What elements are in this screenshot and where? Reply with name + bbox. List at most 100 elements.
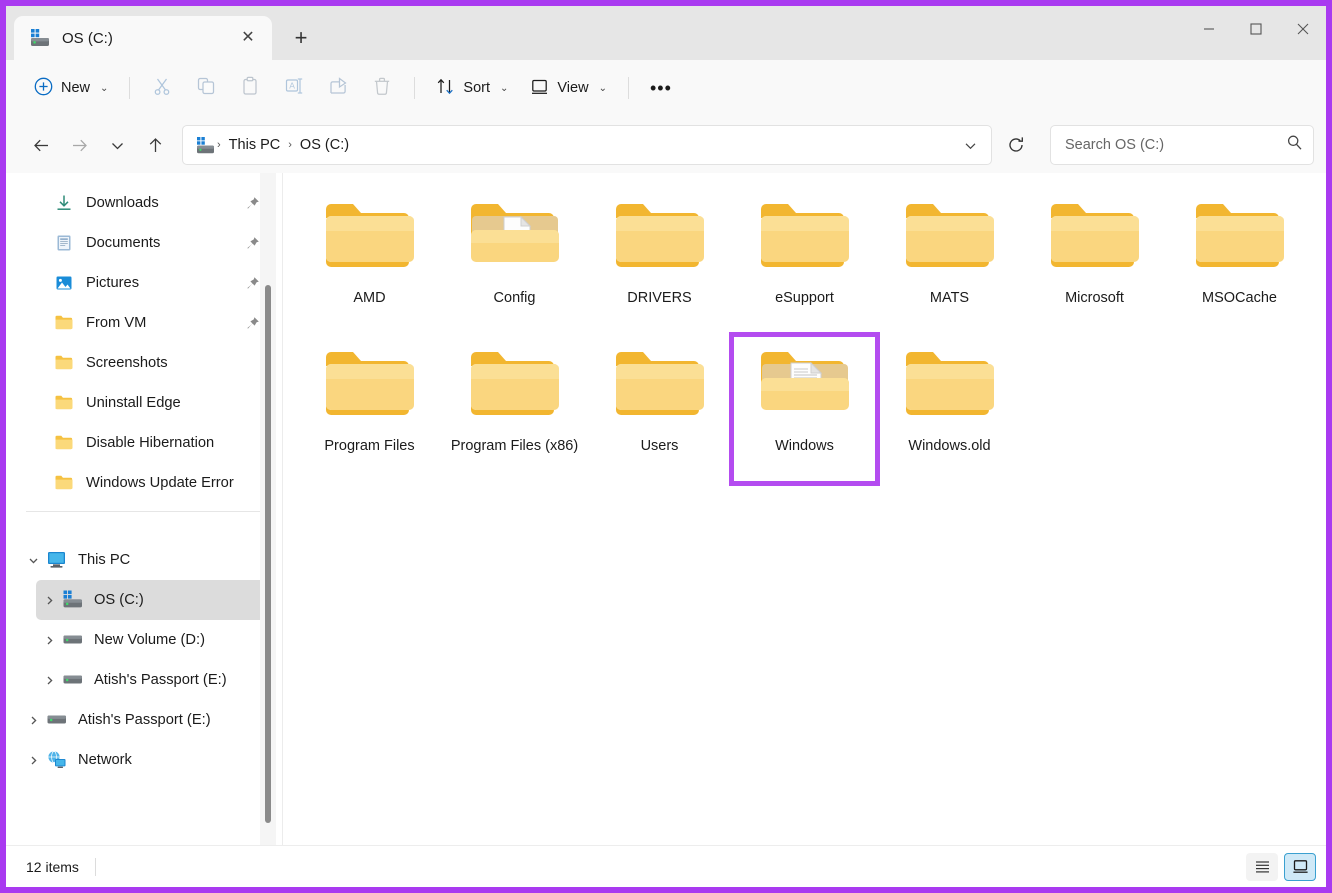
file-list-pane[interactable]: AMD Config — [283, 173, 1326, 845]
chevron-right-icon[interactable] — [20, 740, 46, 780]
file-item-windows[interactable]: Windows — [732, 335, 877, 483]
drive-windows-icon — [30, 29, 50, 47]
file-item-program-files-x86[interactable]: Program Files (x86) — [442, 335, 587, 483]
new-tab-button[interactable]: + — [281, 18, 321, 58]
sidebar-item-pictures[interactable]: Pictures — [20, 263, 268, 303]
tab-os-c[interactable]: OS (C:) ✕ — [14, 16, 272, 60]
folder-icon — [463, 343, 567, 429]
chevron-down-icon: ⌄ — [100, 83, 108, 94]
file-item-drivers[interactable]: DRIVERS — [587, 187, 732, 335]
sort-button[interactable]: Sort ⌄ — [426, 69, 518, 107]
file-item-label: MSOCache — [1202, 289, 1277, 308]
file-item-amd[interactable]: AMD — [297, 187, 442, 335]
sidebar-item-label: This PC — [78, 552, 130, 568]
chevron-right-icon[interactable] — [36, 660, 62, 700]
twisty-placeholder — [28, 343, 54, 383]
new-button[interactable]: New ⌄ — [24, 69, 118, 107]
view-button[interactable]: View ⌄ — [520, 69, 617, 107]
file-item-program-files[interactable]: Program Files — [297, 335, 442, 483]
sidebar-item-label: Windows Update Error — [86, 475, 234, 491]
folder-icon — [54, 473, 76, 493]
file-grid: AMD Config — [297, 187, 1318, 483]
sidebar-item-this-pc[interactable]: This PC — [20, 540, 268, 580]
sidebar-item-os-c[interactable]: OS (C:) — [36, 580, 268, 620]
chevron-down-icon[interactable] — [955, 138, 985, 153]
search-input[interactable] — [1065, 137, 1286, 153]
chevron-right-icon[interactable] — [20, 700, 46, 740]
up-button[interactable] — [136, 127, 174, 163]
cut-button[interactable] — [141, 69, 183, 107]
file-item-users[interactable]: Users — [587, 335, 732, 483]
folder-icon — [318, 343, 422, 429]
copy-button[interactable] — [185, 69, 227, 107]
share-button[interactable] — [317, 69, 359, 107]
file-item-label: Users — [641, 437, 679, 456]
chevron-right-icon[interactable] — [36, 580, 62, 620]
file-explorer-window: OS (C:) ✕ + — [0, 0, 1332, 893]
breadcrumb-item-this-pc[interactable]: This PC — [223, 134, 287, 156]
folder-icon — [1188, 195, 1292, 281]
file-item-windows-old[interactable]: Windows.old — [877, 335, 1022, 483]
minimize-button[interactable] — [1185, 6, 1232, 52]
sidebar-item-label: New Volume (D:) — [94, 632, 205, 648]
pin-icon[interactable] — [245, 236, 260, 251]
search-box[interactable] — [1050, 125, 1314, 165]
rename-button[interactable]: A — [273, 69, 315, 107]
search-icon[interactable] — [1286, 134, 1303, 156]
chevron-down-icon[interactable] — [20, 540, 46, 580]
chevron-right-icon[interactable] — [36, 620, 62, 660]
pin-icon[interactable] — [245, 276, 260, 291]
pin-icon[interactable] — [245, 196, 260, 211]
file-item-mats[interactable]: MATS — [877, 187, 1022, 335]
trash-icon — [372, 76, 392, 100]
icon-view-button[interactable] — [1284, 853, 1316, 881]
plus-circle-icon — [34, 77, 53, 100]
back-button[interactable] — [22, 127, 60, 163]
more-options-button[interactable]: ••• — [640, 69, 682, 107]
sidebar-scroll-thumb[interactable] — [265, 285, 271, 823]
documents-icon — [54, 233, 76, 253]
delete-button[interactable] — [361, 69, 403, 107]
sidebar-item-documents[interactable]: Documents — [20, 223, 268, 263]
sidebar-item-label: Atish's Passport (E:) — [94, 672, 227, 688]
breadcrumb[interactable]: › This PC › OS (C:) — [182, 125, 992, 165]
sidebar-item-atish-passport-e[interactable]: Atish's Passport (E:) — [20, 700, 268, 740]
sidebar-item-disable-hibernation[interactable]: Disable Hibernation — [20, 423, 268, 463]
pin-icon[interactable] — [245, 316, 260, 331]
folder-with-file-icon — [463, 195, 567, 281]
drive-icon — [62, 670, 84, 690]
scissors-icon — [152, 76, 172, 100]
breadcrumb-item-os-c[interactable]: OS (C:) — [294, 134, 355, 156]
drive-icon — [46, 710, 68, 730]
maximize-button[interactable] — [1232, 6, 1279, 52]
sidebar-divider — [26, 511, 262, 512]
sidebar-item-label: Documents — [86, 235, 160, 251]
sidebar-item-atish-passport-e-nested[interactable]: Atish's Passport (E:) — [36, 660, 268, 700]
sidebar-item-new-volume-d[interactable]: New Volume (D:) — [36, 620, 268, 660]
refresh-button[interactable] — [996, 125, 1036, 165]
sidebar-item-from-vm[interactable]: From VM — [20, 303, 268, 343]
paste-button[interactable] — [229, 69, 271, 107]
chevron-down-icon: ⌄ — [500, 83, 508, 94]
sidebar-item-network[interactable]: Network — [20, 740, 268, 780]
close-button[interactable] — [1279, 6, 1326, 52]
sidebar-scrollbar[interactable] — [260, 173, 276, 845]
folder-icon — [1043, 195, 1147, 281]
list-view-button[interactable] — [1246, 853, 1278, 881]
view-label: View — [557, 80, 588, 96]
file-item-esupport[interactable]: eSupport — [732, 187, 877, 335]
file-item-microsoft[interactable]: Microsoft — [1022, 187, 1167, 335]
sidebar-item-uninstall-edge[interactable]: Uninstall Edge — [20, 383, 268, 423]
tab-strip: OS (C:) ✕ + — [6, 6, 321, 60]
forward-button[interactable] — [60, 127, 98, 163]
breadcrumb-separator: › — [215, 139, 223, 151]
pictures-icon — [54, 273, 76, 293]
sidebar-item-windows-update-error[interactable]: Windows Update Error — [20, 463, 268, 503]
close-icon[interactable]: ✕ — [234, 24, 262, 52]
sidebar-item-downloads[interactable]: Downloads — [20, 183, 268, 223]
file-item-config[interactable]: Config — [442, 187, 587, 335]
sidebar-item-screenshots[interactable]: Screenshots — [20, 343, 268, 383]
file-item-msocache[interactable]: MSOCache — [1167, 187, 1312, 335]
recent-locations-button[interactable] — [98, 127, 136, 163]
sidebar-item-label: Downloads — [86, 195, 159, 211]
